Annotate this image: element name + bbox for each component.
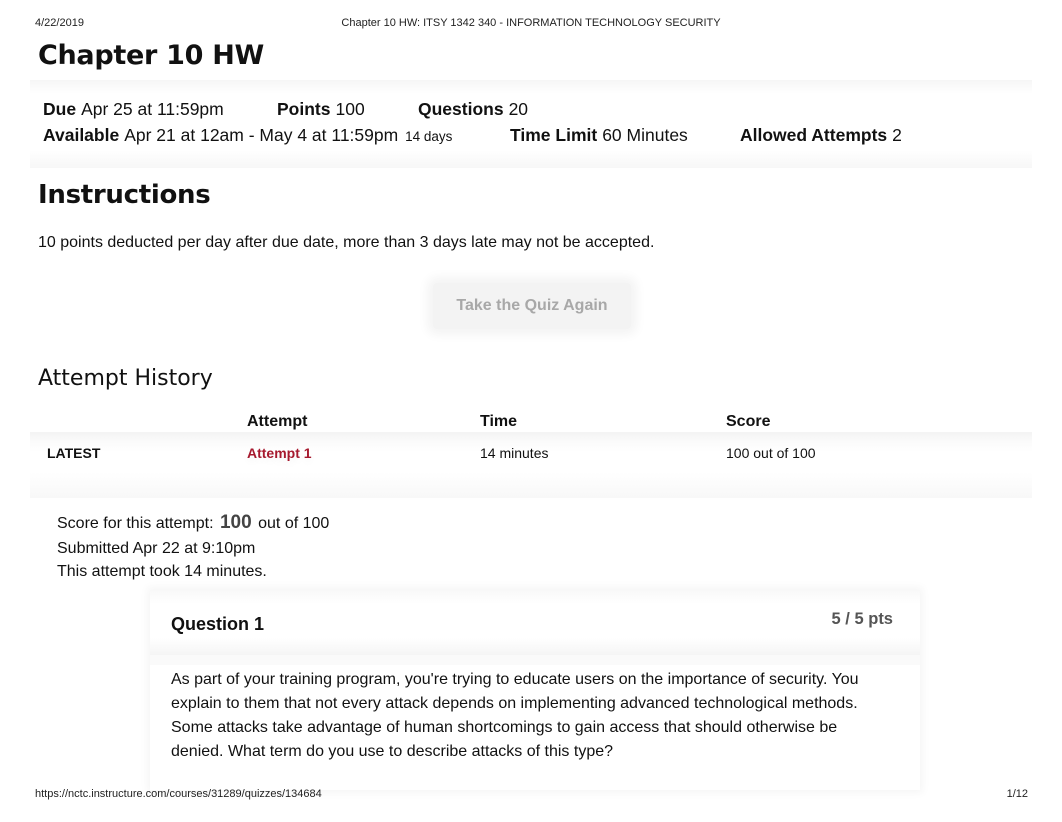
due-value: Apr 25 at 11:59pm <box>81 99 224 119</box>
attempt-1-link[interactable]: Attempt 1 <box>247 445 312 461</box>
print-footer-page-number: 1/12 <box>1006 788 1028 800</box>
time-limit-detail: Time Limit 60 Minutes <box>510 125 688 146</box>
questions-label: Questions <box>418 99 504 119</box>
column-header-time: Time <box>480 413 518 430</box>
quiz-details-panel <box>30 80 1032 168</box>
allowed-attempts-detail: Allowed Attempts 2 <box>740 125 902 146</box>
instructions-text: 10 points deducted per day after due dat… <box>38 234 655 251</box>
due-label: Due <box>43 99 77 119</box>
allowed-attempts-label: Allowed Attempts <box>740 125 888 145</box>
points-label: Points <box>277 99 331 119</box>
available-label: Available <box>43 125 120 145</box>
score-label: Score for this attempt: <box>57 515 214 532</box>
available-detail: Available Apr 21 at 12am - May 4 at 11:59… <box>43 125 452 146</box>
instructions-heading: Instructions <box>38 180 211 210</box>
attempt-time: 14 minutes <box>480 445 549 461</box>
column-header-attempt: Attempt <box>247 413 308 430</box>
allowed-attempts-value: 2 <box>892 125 902 145</box>
points-value: 100 <box>335 99 365 119</box>
print-header-title: Chapter 10 HW: ITSY 1342 340 - INFORMATI… <box>341 17 721 29</box>
page-title: Chapter 10 HW <box>38 40 264 71</box>
submitted-timestamp: Submitted Apr 22 at 9:10pm <box>57 540 256 557</box>
question-card: Question 1 5 / 5 pts As part of your tra… <box>150 590 920 790</box>
questions-value: 20 <box>508 99 529 119</box>
score-suffix: out of 100 <box>258 515 330 532</box>
available-duration-note: 14 days <box>405 129 453 144</box>
time-limit-value: 60 Minutes <box>602 125 688 145</box>
latest-badge: LATEST <box>47 445 101 461</box>
attempt-score: 100 out of 100 <box>726 445 816 461</box>
question-body: As part of your training program, you're… <box>150 665 920 790</box>
points-detail: Points 100 <box>277 99 365 120</box>
question-title: Question 1 <box>171 614 265 634</box>
time-limit-label: Time Limit <box>510 125 598 145</box>
question-points: 5 / 5 pts <box>831 610 893 628</box>
available-value: Apr 21 at 12am - May 4 at 11:59pm <box>124 125 399 145</box>
take-quiz-again-button[interactable]: Take the Quiz Again <box>433 283 631 329</box>
score-value: 100 <box>219 512 252 533</box>
attempt-history-heading: Attempt History <box>38 366 213 391</box>
attempt-score-summary: Score for this attempt: 100 out of 100 <box>57 512 329 534</box>
column-header-score: Score <box>726 413 771 430</box>
attempt-history-table <box>30 432 1032 498</box>
question-header: Question 1 5 / 5 pts <box>150 590 920 655</box>
attempt-duration: This attempt took 14 minutes. <box>57 563 267 580</box>
due-detail: Due Apr 25 at 11:59pm <box>43 99 224 120</box>
print-footer-url: https://nctc.instructure.com/courses/312… <box>35 788 322 800</box>
question-text: As part of your training program, you're… <box>171 671 859 760</box>
questions-detail: Questions 20 <box>418 99 528 120</box>
